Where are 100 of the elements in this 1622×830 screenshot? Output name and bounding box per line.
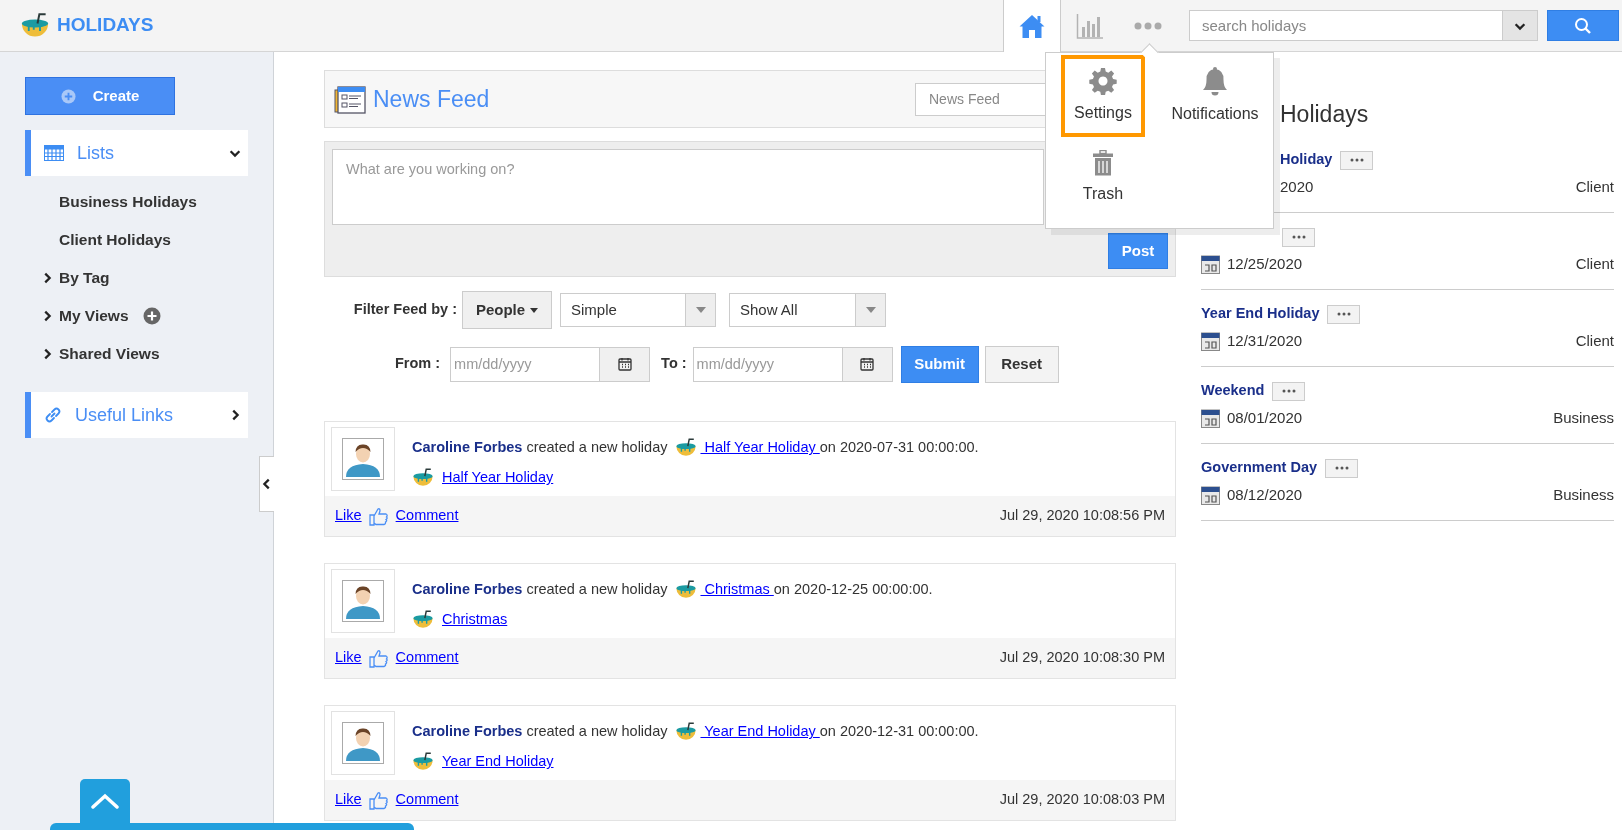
search-button[interactable] — [1547, 10, 1619, 41]
news-feed-icon — [334, 84, 366, 114]
more-options-button[interactable] — [1272, 381, 1306, 401]
calendar-icon — [1201, 485, 1220, 505]
link-icon — [44, 406, 62, 424]
sidebar-group[interactable]: Shared Views — [59, 342, 160, 366]
coconut-icon — [412, 751, 434, 773]
filter-dropdown[interactable]: Show All — [729, 293, 886, 327]
avatar-icon — [342, 438, 384, 480]
coconut-icon — [412, 467, 434, 489]
search-dropdown-button[interactable] — [1503, 10, 1538, 41]
trash-icon — [1092, 150, 1114, 176]
title-link[interactable]: Christmas — [700, 579, 774, 601]
date-field[interactable]: mm/dd/yyyy — [692, 346, 843, 382]
coconut-icon — [675, 437, 698, 459]
calendar-icon — [1201, 331, 1220, 351]
avatar-icon — [342, 722, 384, 764]
calendar-icon — [1201, 254, 1220, 274]
calendar-icon — [860, 357, 875, 371]
plus-circle-icon — [60, 88, 76, 104]
coconut-icon — [412, 609, 434, 631]
comment-link[interactable]: Comment — [395, 647, 459, 669]
dots-icon — [1336, 312, 1351, 316]
scroll-top-button[interactable] — [80, 779, 130, 823]
menu-item[interactable]: Settings — [1061, 55, 1145, 137]
title-link[interactable]: Year End Holiday — [442, 751, 554, 773]
title-link[interactable]: Half Year Holiday — [700, 437, 820, 459]
post-date-text: on 2020-07-31 00:00:00. — [819, 438, 979, 458]
app-title: HOLIDAYS — [57, 13, 154, 38]
thumbs-up-icon — [368, 506, 389, 526]
caret-icon — [695, 307, 706, 313]
feed-title: News Feed — [373, 84, 490, 114]
filter-dropdown[interactable]: Simple — [560, 293, 716, 327]
holiday-name-link[interactable]: Year End Holiday — [1201, 303, 1320, 325]
calendar-button[interactable] — [842, 346, 893, 382]
gear-icon — [1089, 67, 1117, 95]
calendar-grid-icon — [44, 145, 64, 161]
post-composer-field[interactable]: What are you working on? — [332, 149, 1044, 225]
from-label: From : — [395, 354, 441, 374]
like-link[interactable]: Like — [335, 647, 362, 669]
title-link[interactable]: Year End Holiday — [700, 721, 820, 743]
title-link[interactable]: Half Year Holiday — [442, 467, 554, 489]
dots-icon — [1291, 235, 1306, 239]
coconut-icon — [675, 579, 698, 601]
dots-icon — [1349, 158, 1364, 162]
post-author[interactable]: Caroline Forbes — [412, 579, 523, 601]
search-icon — [1574, 16, 1592, 35]
holiday-type: Client — [1575, 176, 1614, 197]
nav-button[interactable] — [1003, 0, 1061, 52]
post-author[interactable]: Caroline Forbes — [412, 721, 523, 743]
comment-link[interactable]: Comment — [395, 505, 459, 527]
holiday-date: 2020 — [1280, 176, 1314, 197]
filter-label: Filter Feed by : — [352, 300, 457, 320]
home-icon — [1018, 12, 1046, 39]
people-dropdown[interactable]: People — [462, 291, 552, 329]
like-link[interactable]: Like — [335, 789, 362, 811]
holiday-type: Client — [1575, 253, 1614, 274]
more-options-button[interactable] — [1340, 150, 1374, 170]
post-date-text: on 2020-12-31 00:00:00. — [819, 722, 979, 742]
post-action: created a new holiday — [526, 580, 668, 600]
reset-button[interactable]: Reset — [984, 345, 1059, 383]
holiday-date: 12/25/2020 — [1227, 253, 1303, 274]
post-timestamp: Jul 29, 2020 10:08:03 PM — [999, 790, 1165, 810]
holiday-name-link[interactable]: Holiday — [1280, 149, 1333, 171]
sidebar-link[interactable]: Business Holidays — [59, 190, 197, 214]
caret-icon — [530, 307, 539, 313]
post-timestamp: Jul 29, 2020 10:08:56 PM — [999, 506, 1165, 526]
more-options-button[interactable] — [1327, 304, 1361, 324]
calendar-icon — [617, 357, 632, 371]
post-author[interactable]: Caroline Forbes — [412, 437, 523, 459]
bar-chart-icon — [1076, 12, 1104, 39]
thumbs-up-icon — [368, 790, 389, 810]
search-field[interactable]: search holidays — [1189, 10, 1503, 41]
more-options-button[interactable] — [1325, 458, 1359, 478]
holiday-name-link[interactable]: Government Day — [1201, 457, 1318, 479]
holiday-date: 08/01/2020 — [1227, 407, 1303, 428]
more-icon — [1134, 21, 1162, 30]
menu-item[interactable]: Trash — [1061, 137, 1145, 219]
coconut-icon — [675, 721, 698, 743]
title-link[interactable]: Christmas — [442, 609, 508, 631]
more-options-button[interactable] — [1282, 227, 1315, 247]
dots-icon — [1334, 466, 1349, 470]
holiday-type: Business — [1553, 484, 1614, 505]
comment-link[interactable]: Comment — [395, 789, 459, 811]
like-link[interactable]: Like — [335, 505, 362, 527]
caret-icon — [865, 307, 876, 313]
dots-icon — [1281, 389, 1296, 393]
date-field[interactable]: mm/dd/yyyy — [450, 346, 601, 382]
sidebar-group[interactable]: By Tag — [59, 266, 110, 290]
bell-icon — [1202, 66, 1228, 96]
calendar-button[interactable] — [600, 346, 651, 382]
sidebar-group[interactable]: My Views — [59, 304, 129, 328]
thumbs-up-icon — [368, 648, 389, 668]
calendar-icon — [1201, 408, 1220, 428]
post-date-text: on 2020-12-25 00:00:00. — [773, 580, 933, 600]
sidebar-link[interactable]: Client Holidays — [59, 228, 171, 252]
collapse-sidebar-button[interactable] — [259, 456, 274, 512]
holiday-type: Business — [1553, 407, 1614, 428]
holiday-name-link[interactable]: Weekend — [1201, 380, 1265, 402]
holiday-date: 12/31/2020 — [1227, 330, 1303, 351]
